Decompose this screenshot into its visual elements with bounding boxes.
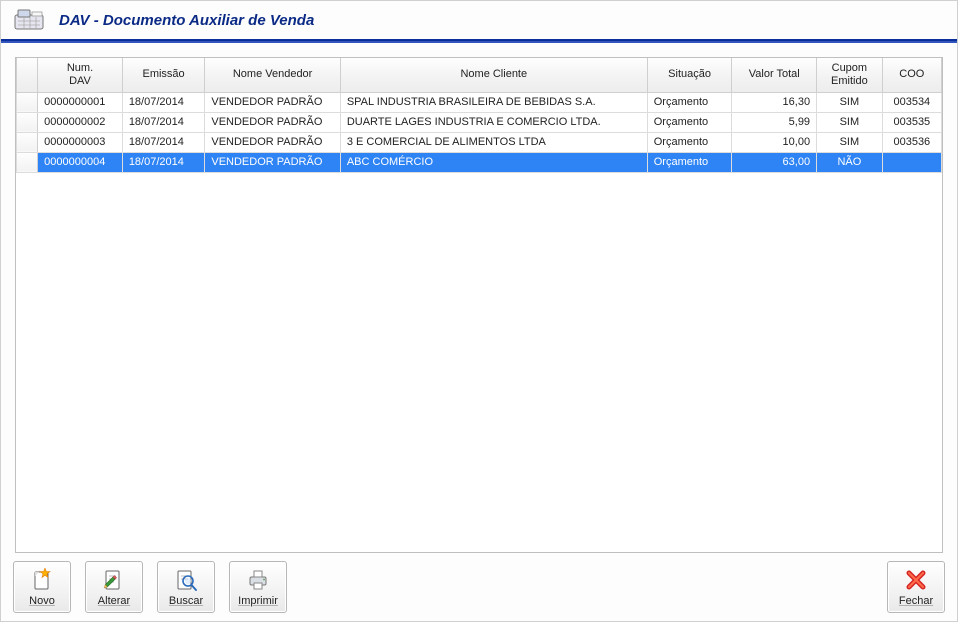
cell-situacao: Orçamento xyxy=(647,132,732,152)
col-valor-total[interactable]: Valor Total xyxy=(732,58,817,92)
table-row[interactable]: 000000000118/07/2014VENDEDOR PADRÃOSPAL … xyxy=(17,92,942,112)
cell-coo: 003534 xyxy=(882,92,941,112)
titlebar: DAV - Documento Auxiliar de Venda xyxy=(1,1,957,39)
cell-coo: 003536 xyxy=(882,132,941,152)
edit-document-icon xyxy=(101,567,127,593)
cell-situacao: Orçamento xyxy=(647,112,732,132)
new-document-icon xyxy=(29,567,55,593)
cell-valor: 10,00 xyxy=(732,132,817,152)
novo-button[interactable]: Novo xyxy=(13,561,71,613)
alterar-button[interactable]: Alterar xyxy=(85,561,143,613)
buscar-button[interactable]: Buscar xyxy=(157,561,215,613)
table-row[interactable]: 000000000218/07/2014VENDEDOR PADRÃODUART… xyxy=(17,112,942,132)
cell-vendedor: VENDEDOR PADRÃO xyxy=(205,132,340,152)
cell-valor: 16,30 xyxy=(732,92,817,112)
cell-emissao: 18/07/2014 xyxy=(122,152,205,172)
cell-cliente: 3 E COMERCIAL DE ALIMENTOS LTDA xyxy=(340,132,647,152)
cell-vendedor: VENDEDOR PADRÃO xyxy=(205,112,340,132)
row-indicator xyxy=(17,92,38,112)
col-coo[interactable]: COO xyxy=(882,58,941,92)
cell-vendedor: VENDEDOR PADRÃO xyxy=(205,92,340,112)
content-area: Num.DAV Emissão Nome Vendedor Nome Clien… xyxy=(1,43,957,553)
cell-vendedor: VENDEDOR PADRÃO xyxy=(205,152,340,172)
register-icon xyxy=(13,7,49,33)
toolbar-right: Fechar xyxy=(887,561,945,613)
dav-window: DAV - Documento Auxiliar de Venda Num.DA… xyxy=(0,0,958,622)
cell-cupom: SIM xyxy=(817,92,883,112)
cell-cupom: SIM xyxy=(817,112,883,132)
col-vendedor[interactable]: Nome Vendedor xyxy=(205,58,340,92)
table-row[interactable]: 000000000318/07/2014VENDEDOR PADRÃO3 E C… xyxy=(17,132,942,152)
row-indicator xyxy=(17,132,38,152)
cell-valor: 63,00 xyxy=(732,152,817,172)
cell-cliente: DUARTE LAGES INDUSTRIA E COMERCIO LTDA. xyxy=(340,112,647,132)
cell-num: 0000000003 xyxy=(38,132,123,152)
cell-num: 0000000001 xyxy=(38,92,123,112)
dav-grid[interactable]: Num.DAV Emissão Nome Vendedor Nome Clien… xyxy=(15,57,943,553)
cell-cupom: NÃO xyxy=(817,152,883,172)
cell-emissao: 18/07/2014 xyxy=(122,132,205,152)
cell-cliente: SPAL INDUSTRIA BRASILEIRA DE BEBIDAS S.A… xyxy=(340,92,647,112)
cell-emissao: 18/07/2014 xyxy=(122,112,205,132)
col-cupom[interactable]: Cupom Emitido xyxy=(817,58,883,92)
search-document-icon xyxy=(173,567,199,593)
col-num-dav[interactable]: Num.DAV xyxy=(38,58,123,92)
toolbar-left: Novo Alterar xyxy=(13,561,287,613)
col-emissao[interactable]: Emissão xyxy=(122,58,205,92)
novo-label: Novo xyxy=(29,595,55,607)
dav-table: Num.DAV Emissão Nome Vendedor Nome Clien… xyxy=(16,58,942,173)
imprimir-button[interactable]: Imprimir xyxy=(229,561,287,613)
cell-cupom: SIM xyxy=(817,132,883,152)
row-indicator xyxy=(17,152,38,172)
window-title: DAV - Documento Auxiliar de Venda xyxy=(59,12,314,29)
cell-emissao: 18/07/2014 xyxy=(122,92,205,112)
cell-num: 0000000004 xyxy=(38,152,123,172)
alterar-label: Alterar xyxy=(98,595,130,607)
toolbar: Novo Alterar xyxy=(1,553,957,621)
cell-valor: 5,99 xyxy=(732,112,817,132)
table-header-row: Num.DAV Emissão Nome Vendedor Nome Clien… xyxy=(17,58,942,92)
cell-coo: 003535 xyxy=(882,112,941,132)
cell-situacao: Orçamento xyxy=(647,152,732,172)
fechar-label: Fechar xyxy=(899,595,933,607)
buscar-label: Buscar xyxy=(169,595,203,607)
col-cliente[interactable]: Nome Cliente xyxy=(340,58,647,92)
cell-cliente: ABC COMÉRCIO xyxy=(340,152,647,172)
table-row[interactable]: 000000000418/07/2014VENDEDOR PADRÃOABC C… xyxy=(17,152,942,172)
col-situacao[interactable]: Situação xyxy=(647,58,732,92)
cell-situacao: Orçamento xyxy=(647,92,732,112)
cell-num: 0000000002 xyxy=(38,112,123,132)
imprimir-label: Imprimir xyxy=(238,595,278,607)
close-icon xyxy=(903,567,929,593)
printer-icon xyxy=(245,567,271,593)
row-indicator-header[interactable] xyxy=(17,58,38,92)
row-indicator xyxy=(17,112,38,132)
cell-coo xyxy=(882,152,941,172)
fechar-button[interactable]: Fechar xyxy=(887,561,945,613)
